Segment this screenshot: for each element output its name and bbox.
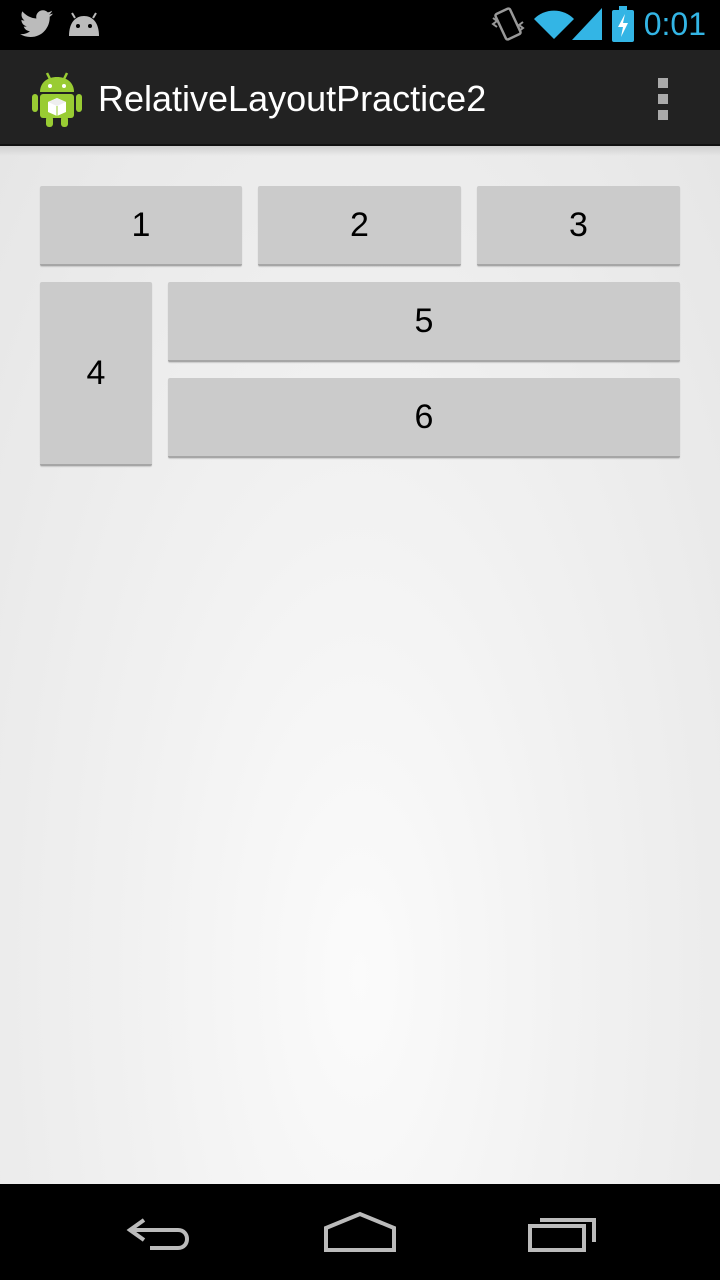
content-area: 1 2 3 4 5 6 [0,146,720,1184]
signal-icon [572,8,602,45]
status-time: 0:01 [643,6,706,42]
twitter-icon [20,10,54,43]
back-icon[interactable] [110,1202,210,1262]
overflow-menu-icon[interactable] [652,74,676,124]
battery-charging-icon [612,6,634,47]
button-6[interactable]: 6 [168,378,680,458]
button-2[interactable]: 2 [258,186,461,266]
status-bar: 0:01 [0,0,720,50]
recent-apps-icon[interactable] [512,1202,612,1262]
button-3[interactable]: 3 [477,186,680,266]
button-5[interactable]: 5 [168,282,680,362]
android-robot-icon [30,70,84,128]
action-bar: RelativeLayoutPractice2 [0,50,720,146]
app-title: RelativeLayoutPractice2 [98,78,487,119]
home-icon[interactable] [310,1202,410,1262]
android-notification-icon [66,12,102,43]
wifi-icon [534,10,574,45]
button-4[interactable]: 4 [40,282,152,466]
navigation-bar [0,1184,720,1280]
button-1[interactable]: 1 [40,186,242,266]
vibrate-icon [490,6,526,49]
